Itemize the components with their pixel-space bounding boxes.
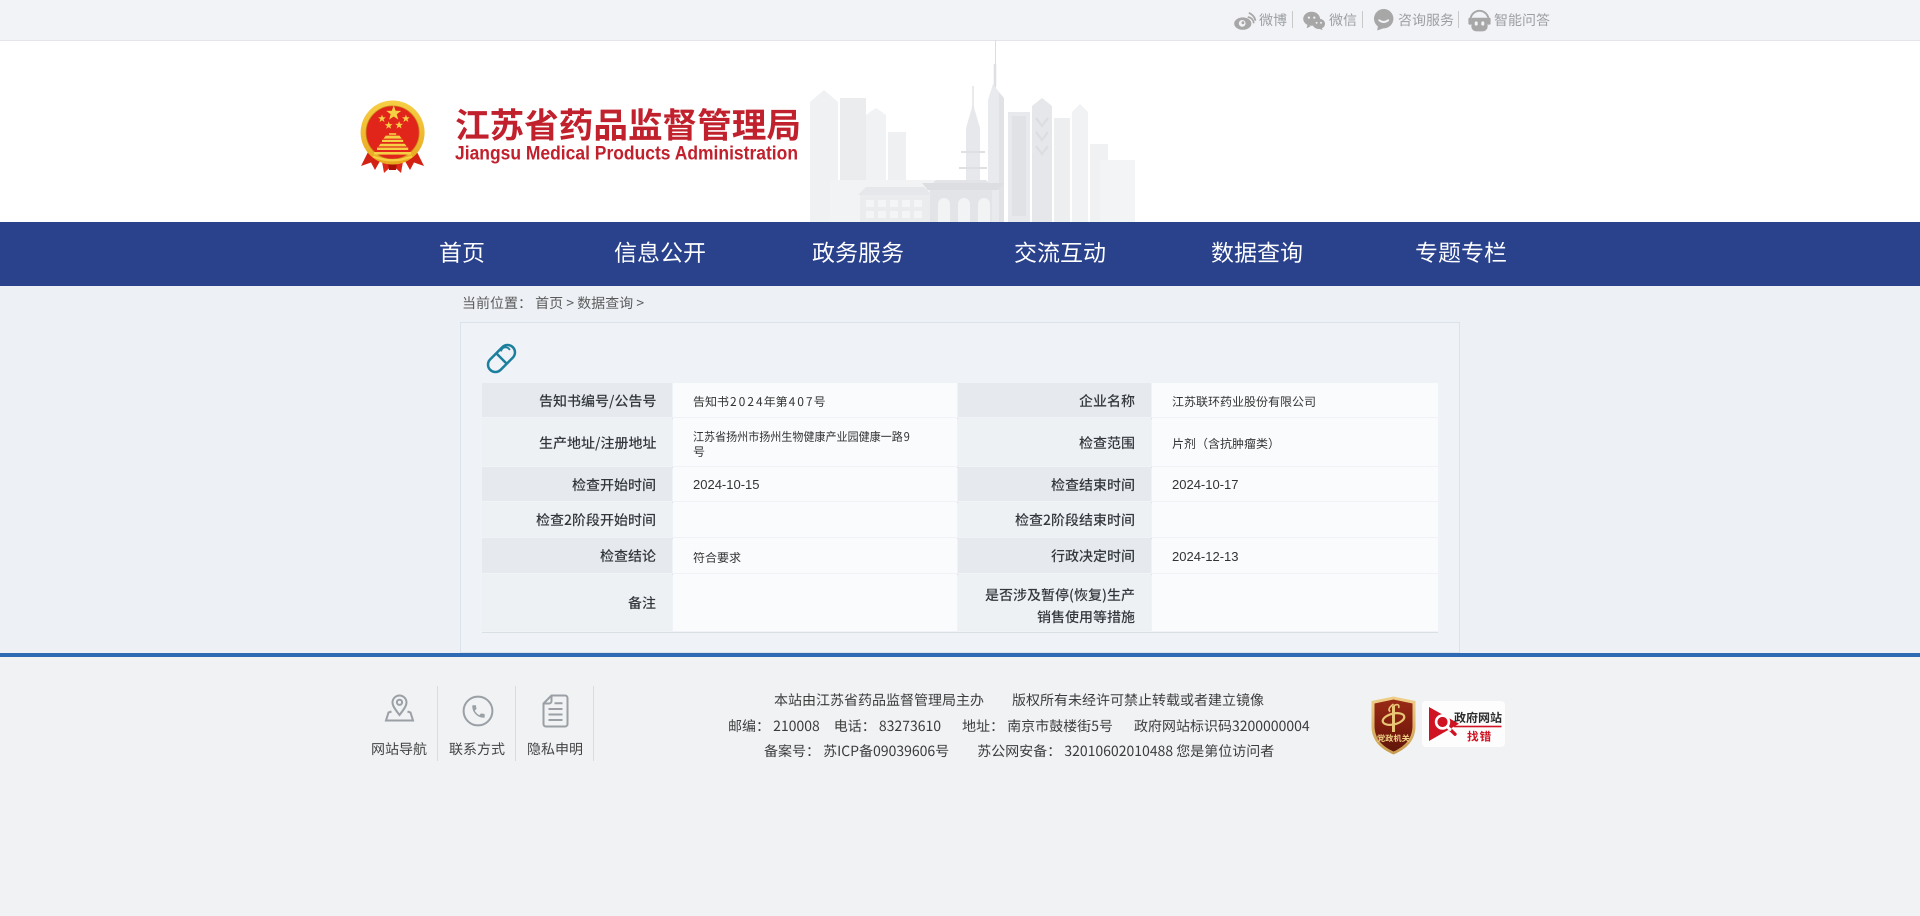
svg-text:Jiangsu Medical Products Admin: Jiangsu Medical Products Administration: [455, 144, 798, 165]
